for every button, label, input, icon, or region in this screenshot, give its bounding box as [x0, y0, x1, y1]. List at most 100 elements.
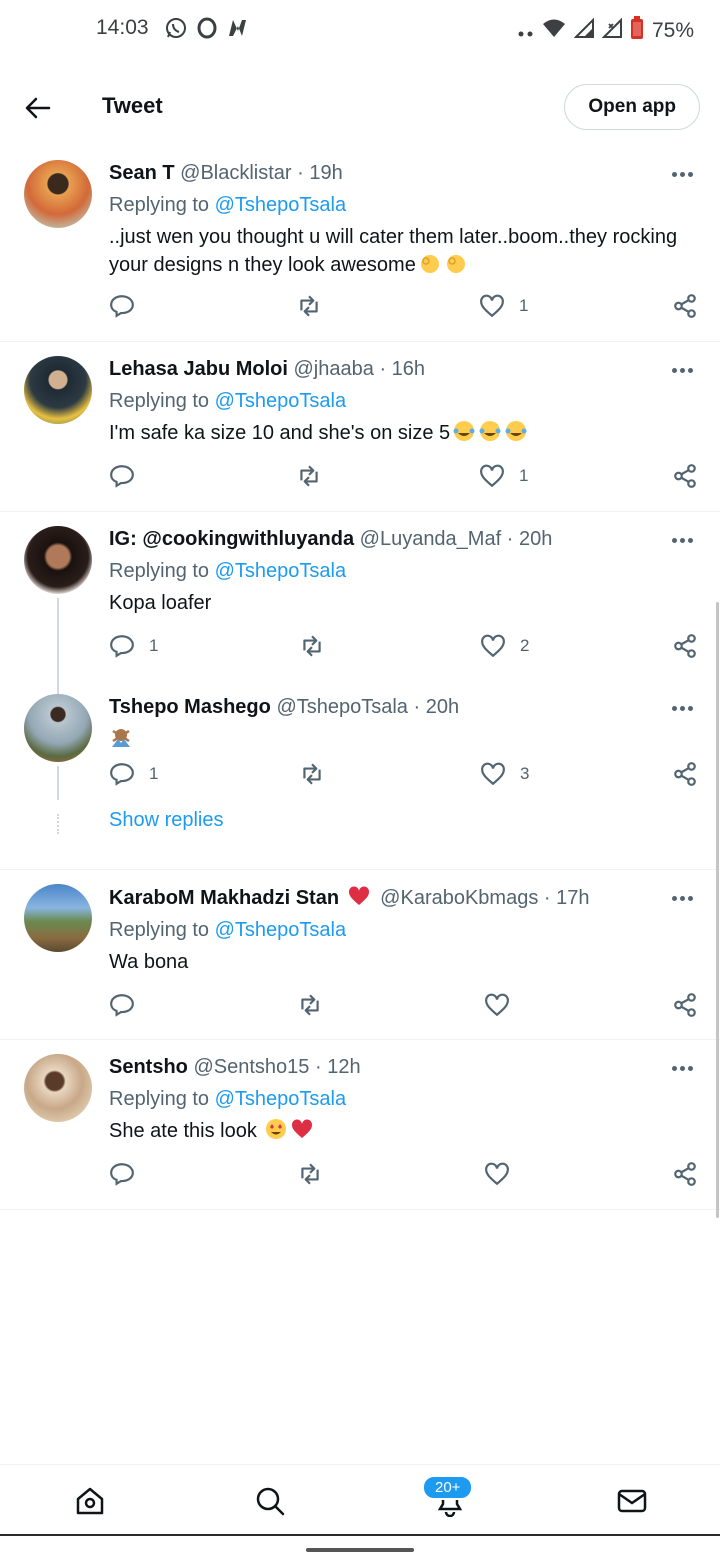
gesture-bar[interactable] [306, 1548, 414, 1552]
like-button[interactable]: 1 [479, 463, 528, 489]
show-replies-link[interactable]: Show replies [109, 803, 690, 842]
search-tab[interactable] [252, 1483, 288, 1519]
author-handle[interactable]: @Luyanda_Maf [360, 528, 502, 550]
mention-link[interactable]: @TshepoTsala [215, 1088, 346, 1110]
retweet-button[interactable] [297, 992, 337, 1018]
more-options-icon[interactable] [672, 702, 696, 714]
author-name[interactable]: Sean T [109, 162, 175, 184]
separator-dot: · [413, 696, 421, 718]
reply-button[interactable] [109, 463, 149, 489]
reply-icon [110, 1163, 134, 1186]
avatar[interactable] [24, 526, 92, 594]
author-handle[interactable]: @jhaaba [294, 358, 374, 380]
tweet-actions [0, 978, 720, 1038]
like-button[interactable] [484, 1161, 524, 1187]
tweet-actions: 1 3 [0, 753, 720, 803]
tweet[interactable]: KaraboM Makhadzi Stan @KaraboKbmags · 17… [0, 870, 720, 1040]
share-button[interactable] [672, 761, 698, 787]
home-icon [76, 1487, 104, 1515]
like-button[interactable]: 2 [480, 633, 529, 659]
wifi-icon [542, 18, 566, 44]
mention-link[interactable]: @TshepoTsala [215, 560, 346, 582]
retweet-button[interactable] [296, 463, 336, 489]
reply-button[interactable]: 1 [109, 633, 158, 659]
home-tab[interactable] [72, 1483, 108, 1519]
author-name[interactable]: KaraboM Makhadzi Stan [109, 887, 339, 909]
replying-to-prefix: Replying to [109, 1088, 215, 1110]
tweet[interactable]: Lehasa Jabu Moloi @jhaaba · 16h Replying… [0, 342, 720, 512]
like-button[interactable]: 3 [480, 761, 529, 787]
author-name[interactable]: Lehasa Jabu Moloi [109, 358, 288, 380]
back-button[interactable] [20, 90, 56, 126]
like-button[interactable] [484, 992, 524, 1018]
battery-icon [630, 16, 644, 46]
search-icon [256, 1487, 285, 1516]
scrollbar[interactable] [716, 602, 719, 1218]
top-header: Tweet Open app [0, 70, 720, 144]
avatar[interactable] [24, 1054, 92, 1122]
author-handle[interactable]: @TshepoTsala [276, 696, 407, 718]
avatar[interactable] [24, 884, 92, 952]
author-handle[interactable]: @Sentsho15 [193, 1056, 309, 1078]
tweet-time[interactable]: 17h [556, 887, 589, 909]
ok-hand-emoji-icon [420, 255, 439, 273]
like-count: 3 [520, 764, 530, 783]
mention-link[interactable]: @TshepoTsala [215, 194, 346, 216]
tweet-text: She ate this look [109, 1117, 690, 1145]
like-count: 1 [519, 296, 529, 315]
author-name[interactable]: Tshepo Mashego [109, 696, 271, 718]
tweet[interactable]: IG: @cookingwithluyanda @Luyanda_Maf · 2… [0, 512, 720, 682]
retweet-button[interactable] [299, 633, 339, 659]
share-icon [674, 1162, 696, 1186]
avatar[interactable] [24, 694, 92, 762]
messages-icon [617, 1489, 647, 1513]
open-app-button[interactable]: Open app [564, 84, 700, 130]
reply-button[interactable] [109, 293, 149, 319]
share-button[interactable] [672, 992, 698, 1018]
tweet[interactable]: Sean T @Blacklistar · 19h Replying to @T… [0, 146, 720, 342]
like-button[interactable]: 1 [479, 293, 528, 319]
more-options-icon[interactable] [672, 1062, 696, 1074]
status-bar: 14:03 75% [0, 0, 720, 60]
author-handle[interactable]: @KaraboKbmags [380, 887, 538, 909]
mention-link[interactable]: @TshepoTsala [215, 919, 346, 941]
replying-to-prefix: Replying to [109, 390, 215, 412]
tweet-time[interactable]: 16h [392, 358, 425, 380]
red-heart-icon [348, 886, 369, 905]
retweet-button[interactable] [297, 1161, 337, 1187]
retweet-button[interactable] [299, 761, 339, 787]
share-button[interactable] [672, 293, 698, 319]
reply-button[interactable] [109, 1161, 149, 1187]
share-icon [674, 294, 696, 318]
share-button[interactable] [672, 1161, 698, 1187]
author-name[interactable]: IG: @cookingwithluyanda [109, 528, 354, 550]
author-handle[interactable]: @Blacklistar [180, 162, 291, 184]
more-options-icon[interactable] [672, 534, 696, 546]
mention-link[interactable]: @TshepoTsala [215, 390, 346, 412]
back-arrow-icon [25, 97, 51, 119]
author-name[interactable]: Sentsho [109, 1056, 188, 1078]
tweet[interactable]: Sentsho @Sentsho15 · 12h Replying to @Ts… [0, 1040, 720, 1210]
tweet-time[interactable]: 12h [327, 1056, 360, 1078]
avatar[interactable] [24, 356, 92, 424]
reply-button[interactable] [109, 992, 149, 1018]
reply-button[interactable]: 1 [109, 761, 158, 787]
avatar[interactable] [24, 160, 92, 228]
tweet-time[interactable]: 20h [426, 696, 459, 718]
more-options-icon[interactable] [672, 168, 696, 180]
retweet-button[interactable] [296, 293, 336, 319]
tweet[interactable]: Tshepo Mashego @TshepoTsala · 20h 1 3 Sh… [0, 680, 720, 870]
replying-to-prefix: Replying to [109, 919, 215, 941]
more-options-icon[interactable] [672, 364, 696, 376]
more-options-icon[interactable] [672, 892, 696, 904]
reply-icon [110, 465, 134, 488]
separator-dot: · [506, 528, 514, 550]
share-button[interactable] [672, 633, 698, 659]
heart-eyes-emoji-icon [266, 1119, 287, 1139]
heart-icon [480, 464, 504, 488]
share-button[interactable] [672, 463, 698, 489]
separator-dot: · [314, 1056, 322, 1078]
tweet-time[interactable]: 20h [519, 528, 552, 550]
messages-tab[interactable] [614, 1483, 650, 1519]
tweet-time[interactable]: 19h [309, 162, 342, 184]
